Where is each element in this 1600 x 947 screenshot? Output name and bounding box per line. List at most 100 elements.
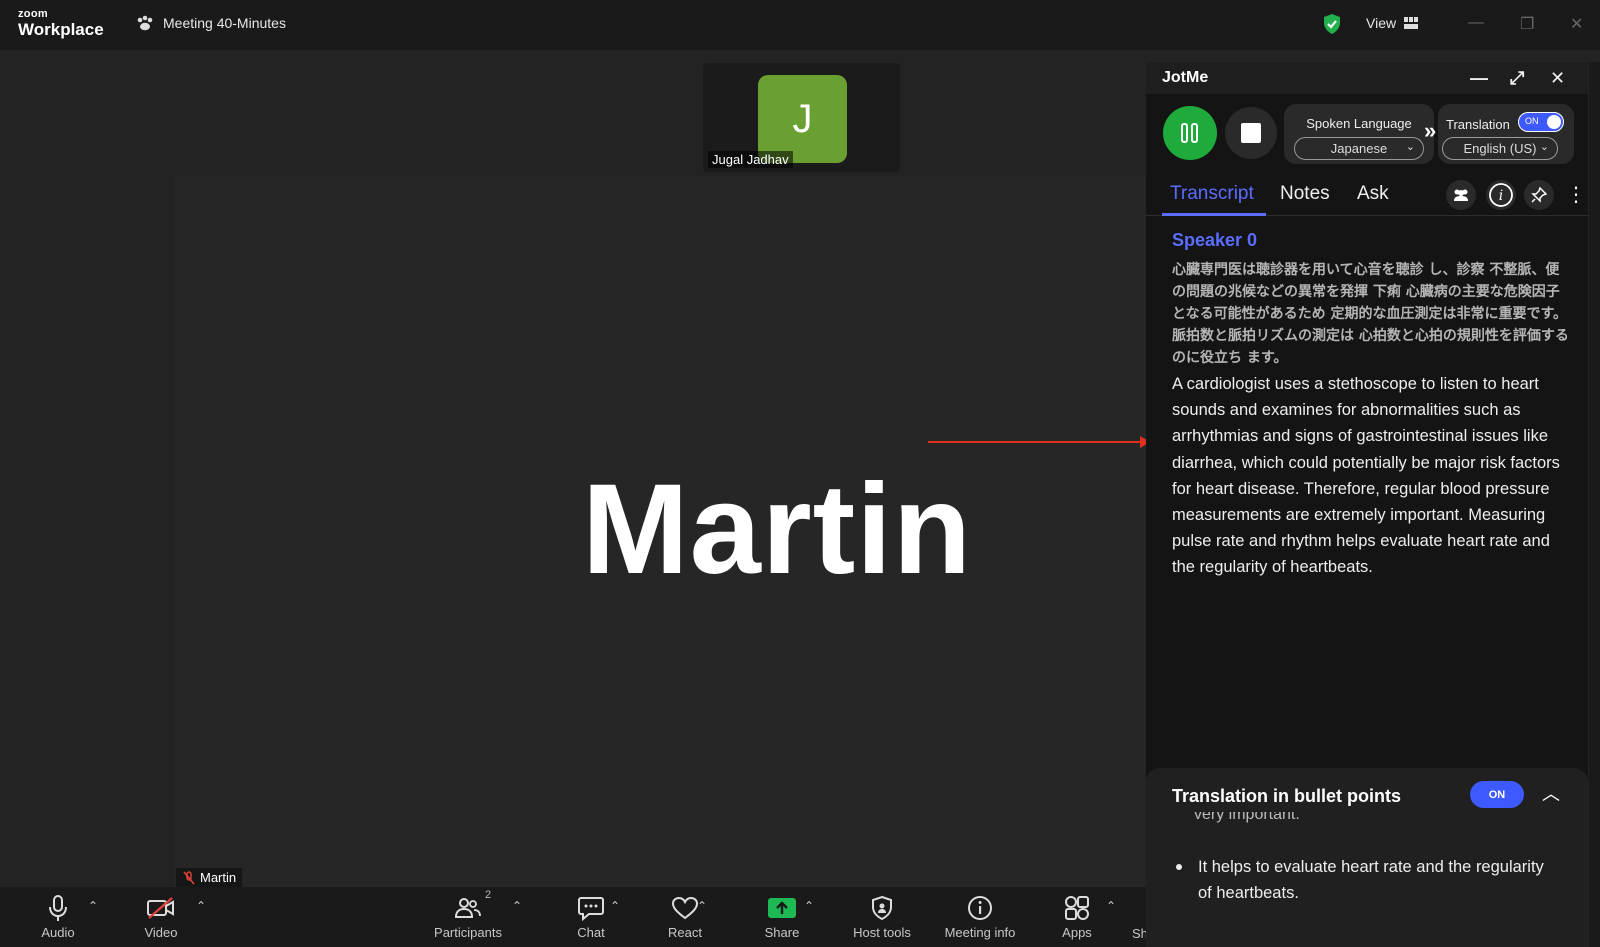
panel-scrollbar[interactable] — [1589, 62, 1600, 947]
react-button[interactable]: React — [645, 893, 725, 940]
audio-label: Audio — [41, 925, 75, 940]
zoom-app-window: zoom Workplace Meeting 40-Minutes View —… — [0, 0, 1600, 947]
bullet-panel-title: Translation in bullet points — [1172, 786, 1402, 806]
pause-recording-button[interactable] — [1163, 106, 1217, 160]
jotme-panel: JotMe — ⤢ ✕ Spoken Language Japanese ⌄ »… — [1146, 62, 1588, 947]
tab-transcript[interactable]: Transcript — [1170, 183, 1254, 205]
stop-icon — [1241, 123, 1261, 143]
logo-zoom-text: zoom — [18, 8, 48, 20]
minimize-window-icon[interactable]: — — [1468, 14, 1484, 32]
stop-recording-button[interactable] — [1225, 107, 1277, 159]
zoom-workplace-logo: zoom Workplace — [18, 8, 104, 39]
bullet-panel-toggle[interactable]: ON — [1470, 781, 1524, 808]
spoken-language-label: Spoken Language — [1306, 116, 1412, 131]
share-label: Share — [764, 925, 800, 940]
meeting-title[interactable]: Meeting 40-Minutes — [136, 15, 286, 31]
meeting-info-label: Meeting info — [944, 925, 1016, 940]
info-icon[interactable]: i — [1486, 180, 1516, 210]
chat-options-chevron-icon[interactable]: ⌃ — [610, 899, 620, 913]
pause-icon — [1181, 123, 1198, 143]
active-speaker-name: Martin — [582, 458, 972, 601]
chat-icon — [578, 897, 604, 921]
apps-button[interactable]: Apps — [1037, 893, 1117, 940]
host-tools-button[interactable]: Host tools — [842, 893, 922, 940]
jotme-header: JotMe — ⤢ ✕ — [1146, 62, 1588, 94]
video-label: Video — [144, 925, 178, 940]
chat-label: Chat — [577, 925, 605, 940]
video-button[interactable]: Video — [121, 893, 201, 940]
microphone-icon — [49, 895, 67, 921]
bullet-translation-panel: Translation in bullet points ON ︿ very i… — [1146, 768, 1588, 947]
speaker-label: Speaker 0 — [1172, 230, 1258, 250]
view-label: View — [1366, 15, 1397, 31]
apps-label: Apps — [1062, 925, 1092, 940]
react-options-chevron-icon[interactable]: ⌃ — [697, 899, 707, 913]
list-item: It helps to evaluate heart rate and the … — [1176, 854, 1556, 906]
video-off-icon — [147, 897, 174, 919]
meeting-stage: J Jugal Jadhav Martin Martin — [0, 50, 1150, 887]
spoken-language-value: Japanese — [1330, 141, 1388, 156]
grid-view-icon — [1404, 17, 1419, 29]
jotme-controls: Spoken Language Japanese ⌄ » Translation… — [1146, 104, 1588, 174]
collapse-chevron-up-icon[interactable]: ︿ — [1542, 780, 1560, 806]
share-screen-icon — [768, 898, 796, 918]
info-circle-icon — [968, 896, 992, 920]
chevron-down-icon: ⌄ — [1539, 141, 1549, 153]
react-label: React — [668, 925, 702, 940]
audio-options-chevron-icon[interactable]: ⌃ — [88, 899, 98, 913]
maximize-window-icon[interactable]: ❐ — [1520, 14, 1534, 34]
tab-ask[interactable]: Ask — [1357, 183, 1389, 205]
annotation-arrow-line — [928, 441, 1146, 443]
svg-text:i: i — [1499, 188, 1503, 204]
jotme-minimize-icon[interactable]: — — [1470, 68, 1488, 89]
participants-options-chevron-icon[interactable]: ⌃ — [512, 899, 522, 913]
active-speaker-label: Martin — [176, 868, 243, 887]
active-speaker-video[interactable]: Martin Martin — [174, 176, 1146, 887]
translation-box: Translation ON English (US) ⌄ — [1438, 104, 1574, 164]
host-shield-icon — [872, 895, 892, 921]
host-tools-label: Host tools — [853, 925, 911, 940]
jotme-title: JotMe — [1162, 69, 1209, 86]
apps-icon — [1065, 896, 1089, 920]
participants-count: 2 — [485, 889, 492, 901]
translation-label: Translation — [1446, 117, 1510, 132]
translation-language-select[interactable]: English (US) ⌄ — [1442, 137, 1558, 160]
apps-options-chevron-icon[interactable]: ⌃ — [1106, 899, 1116, 913]
title-bar: zoom Workplace Meeting 40-Minutes View —… — [0, 0, 1600, 50]
logo-workplace-text: Workplace — [18, 20, 104, 39]
translated-english-text: A cardiologist uses a stethoscope to lis… — [1172, 375, 1560, 577]
pin-icon[interactable] — [1524, 180, 1554, 210]
original-japanese-text: 心臓専門医は聴診器を用いて心音を聴診 し、診察 不整脈、便の問題の兆候などの異常… — [1172, 262, 1569, 366]
participants-paw-icon — [137, 15, 153, 31]
tab-notes[interactable]: Notes — [1280, 183, 1330, 205]
meeting-title-text: Meeting 40-Minutes — [163, 15, 286, 31]
participants-icon — [455, 898, 481, 918]
active-tab-indicator — [1162, 213, 1266, 216]
participants-label: Participants — [434, 925, 502, 940]
bullet-list: It helps to evaluate heart rate and the … — [1176, 854, 1556, 906]
close-window-icon[interactable]: ✕ — [1570, 14, 1583, 34]
heart-icon — [671, 896, 699, 920]
bullet-cut-text: very important. — [1194, 812, 1300, 823]
participants-button[interactable]: Participants — [428, 893, 508, 940]
audio-button[interactable]: Audio — [18, 893, 98, 940]
muted-mic-icon — [183, 870, 195, 885]
chevron-down-icon: ⌄ — [1405, 141, 1415, 153]
jotme-tabs: Transcript Notes Ask i ⋮ — [1146, 180, 1588, 216]
participant-name-label: Jugal Jadhav — [708, 151, 793, 168]
active-speaker-label-text: Martin — [200, 870, 237, 885]
jotme-expand-icon[interactable]: ⤢ — [1510, 68, 1524, 89]
view-button[interactable]: View — [1366, 15, 1419, 31]
spoken-language-box: Spoken Language Japanese ⌄ — [1284, 104, 1434, 164]
participant-thumbnail[interactable]: J Jugal Jadhav — [703, 63, 900, 172]
security-shield-icon[interactable] — [1322, 13, 1342, 40]
translation-toggle[interactable]: ON — [1518, 112, 1564, 132]
share-options-chevron-icon[interactable]: ⌃ — [804, 899, 814, 913]
more-options-icon[interactable]: ⋮ — [1566, 182, 1586, 207]
jotme-close-icon[interactable]: ✕ — [1550, 68, 1565, 89]
video-options-chevron-icon[interactable]: ⌃ — [196, 899, 206, 913]
meeting-toolbar: Audio ⌃ Video ⌃ Participants 2 ⌃ Chat ⌃ … — [0, 887, 1148, 947]
meeting-info-button[interactable]: Meeting info — [940, 893, 1020, 940]
speakers-group-icon[interactable] — [1446, 180, 1476, 210]
spoken-language-select[interactable]: Japanese ⌄ — [1294, 137, 1424, 160]
